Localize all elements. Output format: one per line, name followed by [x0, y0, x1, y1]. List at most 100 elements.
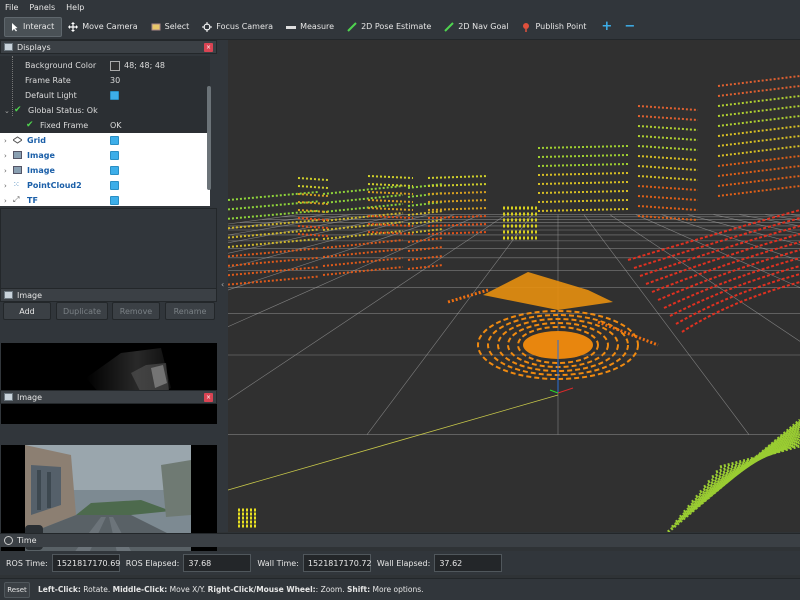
select-icon — [151, 22, 161, 32]
reset-button[interactable]: Reset — [4, 581, 30, 598]
row-value[interactable] — [110, 151, 119, 160]
tool-publish-point[interactable]: Publish Point — [517, 17, 593, 37]
tool-measure[interactable]: Measure — [282, 17, 341, 37]
row-value[interactable] — [110, 181, 119, 190]
mouse-hint: Left-Click: Rotate. Middle-Click: Move X… — [38, 585, 424, 594]
hint-middle-click-key: Middle-Click: — [112, 585, 168, 594]
tree-row-image-1[interactable]: › Image — [0, 148, 210, 163]
tool-select[interactable]: Select — [147, 17, 197, 37]
close-icon[interactable]: × — [204, 43, 213, 52]
property-description-area — [0, 208, 217, 296]
pin-icon — [521, 22, 531, 32]
row-label: Global Status: Ok — [28, 106, 98, 115]
checkbox[interactable] — [110, 196, 119, 205]
tree-scrollbar[interactable] — [207, 86, 211, 190]
move-icon — [68, 21, 79, 32]
row-value[interactable] — [110, 166, 119, 175]
image-icon — [13, 166, 22, 174]
hint-middle-click-text: Move X/Y. — [167, 585, 208, 594]
tree-row-pointcloud2[interactable]: › ⁙ PointCloud2 — [0, 178, 210, 193]
depth-image — [1, 343, 217, 424]
hint-shift-text: More options. — [370, 585, 424, 594]
row-value[interactable] — [110, 91, 119, 100]
tool-interact-label: Interact — [23, 22, 55, 31]
tool-move-camera[interactable]: Move Camera — [64, 17, 144, 37]
checkbox[interactable] — [110, 136, 119, 145]
tree-row-tf[interactable]: › ⤢ TF — [0, 193, 210, 206]
chevron-down-icon[interactable]: ⌄ — [4, 107, 10, 115]
checkbox[interactable] — [110, 166, 119, 175]
wall-time-field[interactable]: 1521817170.72 — [302, 554, 372, 572]
wall-elapsed-field[interactable]: 37.62 — [434, 554, 503, 572]
row-value[interactable] — [110, 136, 119, 145]
render-viewport[interactable] — [228, 40, 800, 532]
tool-interact[interactable]: Interact — [4, 16, 63, 37]
row-label: PointCloud2 — [27, 181, 82, 190]
menu-help[interactable]: Help — [61, 3, 90, 12]
chevron-right-icon[interactable]: › — [4, 182, 7, 190]
row-label: Grid — [27, 136, 46, 145]
tf-icon: ⤢ — [13, 195, 20, 204]
3d-scene[interactable] — [228, 40, 800, 532]
tree-row-fixed-frame[interactable]: ✔ Fixed Frame OK — [0, 118, 210, 133]
close-icon[interactable]: × — [204, 393, 213, 402]
row-value: OK — [110, 121, 122, 130]
tree-row-default-light[interactable]: Default Light — [0, 88, 210, 103]
checkbox[interactable] — [110, 151, 119, 160]
row-label: Background Color — [25, 61, 97, 70]
check-icon: ✔ — [14, 105, 22, 115]
chevron-right-icon[interactable]: › — [4, 167, 7, 175]
status-bar: Reset Left-Click: Rotate. Middle-Click: … — [0, 578, 800, 600]
color-swatch[interactable] — [110, 60, 120, 71]
dock-splitter[interactable]: ‹ — [218, 40, 228, 532]
checkbox[interactable] — [110, 181, 119, 190]
row-value[interactable]: 30 — [110, 76, 120, 85]
image-panel-1-title[interactable]: Image — [0, 288, 217, 302]
row-value[interactable] — [110, 196, 119, 205]
duplicate-display-button[interactable]: Duplicate — [56, 302, 108, 320]
tree-row-image-2[interactable]: › Image — [0, 163, 210, 178]
tool-select-label: Select — [164, 22, 190, 31]
tree-row-grid[interactable]: › Grid — [0, 133, 210, 148]
row-value[interactable]: 48; 48; 48 — [110, 60, 165, 71]
menu-file[interactable]: File — [0, 3, 24, 12]
remove-tool-button[interactable]: − — [618, 19, 641, 34]
displays-panel-title[interactable]: Displays × — [0, 40, 217, 54]
time-panel-title[interactable]: Time — [0, 533, 800, 547]
add-display-button[interactable]: Add — [3, 302, 51, 320]
hint-right-click-text: : Zoom. — [315, 585, 347, 594]
tool-focus-camera[interactable]: Focus Camera — [198, 17, 280, 37]
chevron-right-icon[interactable]: › — [4, 137, 7, 145]
chevron-left-icon[interactable]: ‹ — [221, 280, 224, 289]
hint-left-click-text: Rotate. — [80, 585, 113, 594]
image-panel-2-title[interactable]: Image × — [0, 390, 217, 404]
rename-display-button[interactable]: Rename — [165, 302, 215, 320]
menu-panels[interactable]: Panels — [24, 3, 61, 12]
row-label: Default Light — [25, 91, 77, 100]
tree-guide-line — [12, 56, 13, 116]
focus-icon — [202, 21, 213, 32]
image-icon — [4, 393, 13, 401]
chevron-right-icon[interactable]: › — [4, 197, 7, 205]
image-panel-2-title-text: Image — [17, 392, 43, 402]
monitor-icon — [4, 43, 13, 51]
hint-left-click-key: Left-Click: — [38, 585, 81, 594]
checkbox[interactable] — [110, 91, 119, 100]
ros-elapsed-field[interactable]: 37.68 — [183, 554, 252, 572]
add-tool-button[interactable]: + — [595, 19, 618, 34]
left-dock: Displays × Background Color 48; 48; 48 F… — [0, 40, 218, 571]
tool-measure-label: Measure — [300, 22, 335, 31]
green-arrow-icon — [347, 21, 357, 32]
tree-row-background-color[interactable]: Background Color 48; 48; 48 — [0, 58, 210, 73]
tool-2d-nav-goal[interactable]: 2D Nav Goal — [440, 17, 515, 37]
image-panel-1-title-text: Image — [17, 290, 43, 300]
chevron-right-icon[interactable]: › — [4, 152, 7, 160]
tree-row-frame-rate[interactable]: Frame Rate 30 — [0, 73, 210, 88]
ros-time-field[interactable]: 1521817170.69 — [51, 554, 120, 572]
tool-2d-pose-estimate[interactable]: 2D Pose Estimate — [343, 17, 438, 37]
displays-title-text: Displays — [17, 42, 51, 52]
remove-display-button[interactable]: Remove — [112, 302, 160, 320]
row-label: Frame Rate — [25, 76, 71, 85]
row-label: TF — [27, 196, 38, 205]
tree-row-global-status[interactable]: ⌄ ✔ Global Status: Ok — [0, 103, 210, 118]
